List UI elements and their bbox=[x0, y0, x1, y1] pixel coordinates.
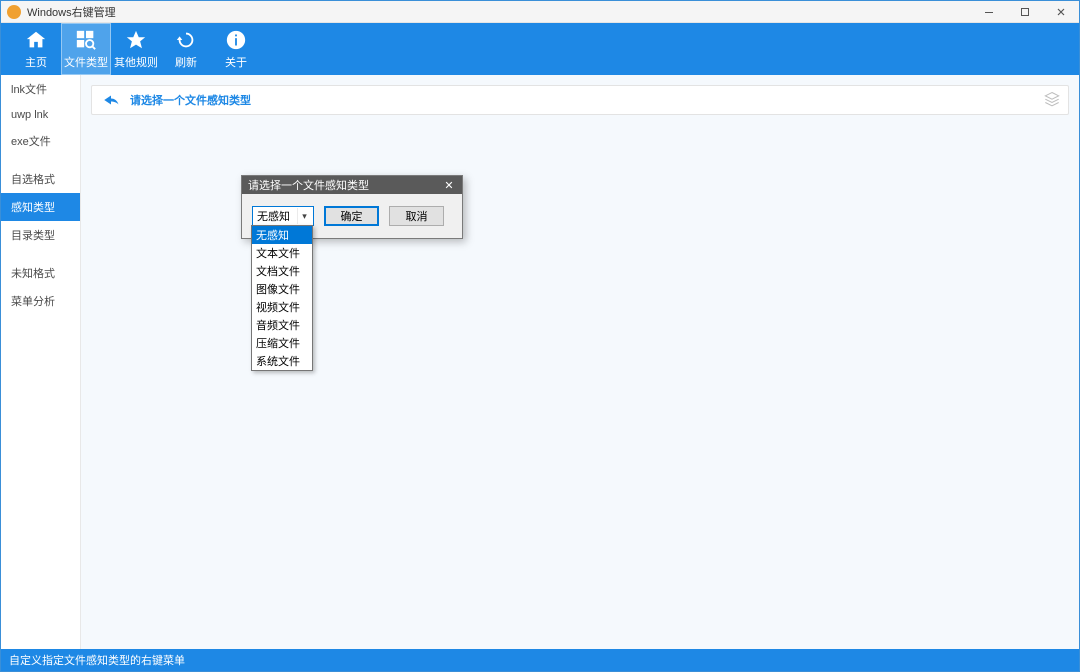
minimize-button[interactable] bbox=[971, 1, 1007, 23]
combobox-value: 无感知 bbox=[257, 208, 290, 224]
dropdown-option[interactable]: 视频文件 bbox=[252, 298, 312, 316]
dropdown-option[interactable]: 系统文件 bbox=[252, 352, 312, 370]
sidebar-item-unknown[interactable]: 未知格式 bbox=[1, 259, 80, 287]
cancel-button[interactable]: 取消 bbox=[389, 206, 444, 226]
chevron-down-icon: ▾ bbox=[297, 208, 311, 224]
toolbar-item-refresh[interactable]: 刷新 bbox=[161, 23, 211, 75]
dropdown-option[interactable]: 文本文件 bbox=[252, 244, 312, 262]
app-window: Windows右键管理 主页 文件类型 bbox=[0, 0, 1080, 672]
grid-search-icon bbox=[75, 28, 97, 52]
star-icon bbox=[125, 28, 147, 52]
dropdown-option[interactable]: 音频文件 bbox=[252, 316, 312, 334]
perceived-type-combobox[interactable]: 无感知 ▾ bbox=[252, 206, 314, 226]
toolbar-label: 刷新 bbox=[175, 54, 197, 70]
titlebar: Windows右键管理 bbox=[1, 1, 1079, 23]
dropdown-option[interactable]: 文档文件 bbox=[252, 262, 312, 280]
body: lnk文件 uwp lnk exe文件 自选格式 感知类型 目录类型 未知格式 … bbox=[1, 75, 1079, 649]
status-bar: 自定义指定文件感知类型的右键菜单 bbox=[1, 649, 1079, 671]
toolbar-item-filetype[interactable]: 文件类型 bbox=[61, 23, 111, 75]
close-button[interactable] bbox=[1043, 1, 1079, 23]
dialog-titlebar: 请选择一个文件感知类型 ✕ bbox=[242, 176, 462, 194]
sidebar-item-analyze[interactable]: 菜单分析 bbox=[1, 287, 80, 315]
toolbar-item-rules[interactable]: 其他规则 bbox=[111, 23, 161, 75]
maximize-button[interactable] bbox=[1007, 1, 1043, 23]
dropdown-option[interactable]: 无感知 bbox=[252, 226, 312, 244]
sidebar-item-uwplnk[interactable]: uwp lnk bbox=[1, 103, 80, 127]
maximize-icon bbox=[1020, 7, 1030, 17]
info-icon bbox=[225, 28, 247, 52]
sidebar-item-perceived[interactable]: 感知类型 bbox=[1, 193, 80, 221]
app-icon bbox=[7, 5, 21, 19]
sidebar-item-custom[interactable]: 自选格式 bbox=[1, 165, 80, 193]
sidebar-item-dir[interactable]: 目录类型 bbox=[1, 221, 80, 249]
toolbar-label: 关于 bbox=[225, 54, 247, 70]
sidebar: lnk文件 uwp lnk exe文件 自选格式 感知类型 目录类型 未知格式 … bbox=[1, 75, 81, 649]
toolbar-label: 主页 bbox=[25, 54, 47, 70]
window-title: Windows右键管理 bbox=[27, 4, 116, 20]
minimize-icon bbox=[984, 7, 994, 17]
close-icon bbox=[1056, 7, 1066, 17]
close-icon: ✕ bbox=[444, 179, 453, 192]
sidebar-item-exe[interactable]: exe文件 bbox=[1, 127, 80, 155]
dialog-title: 请选择一个文件感知类型 bbox=[248, 177, 369, 193]
status-text: 自定义指定文件感知类型的右键菜单 bbox=[9, 652, 185, 668]
refresh-icon bbox=[175, 28, 197, 52]
share-arrow-icon bbox=[102, 91, 120, 109]
toolbar-item-home[interactable]: 主页 bbox=[11, 23, 61, 75]
layers-icon[interactable] bbox=[1044, 91, 1060, 110]
toolbar-label: 文件类型 bbox=[64, 54, 108, 70]
perceived-type-dropdown[interactable]: 无感知 文本文件 文档文件 图像文件 视频文件 音频文件 压缩文件 系统文件 bbox=[251, 225, 313, 371]
hint-card: 请选择一个文件感知类型 bbox=[91, 85, 1069, 115]
main-toolbar: 主页 文件类型 其他规则 刷新 bbox=[1, 23, 1079, 75]
home-icon bbox=[25, 28, 47, 52]
ok-button[interactable]: 确定 bbox=[324, 206, 379, 226]
toolbar-item-about[interactable]: 关于 bbox=[211, 23, 261, 75]
main-area: 请选择一个文件感知类型 bbox=[81, 75, 1079, 649]
dropdown-option[interactable]: 图像文件 bbox=[252, 280, 312, 298]
sidebar-item-lnk[interactable]: lnk文件 bbox=[1, 75, 80, 103]
toolbar-label: 其他规则 bbox=[114, 54, 158, 70]
dropdown-option[interactable]: 压缩文件 bbox=[252, 334, 312, 352]
hint-text: 请选择一个文件感知类型 bbox=[130, 92, 251, 108]
dialog-close-button[interactable]: ✕ bbox=[440, 177, 458, 193]
